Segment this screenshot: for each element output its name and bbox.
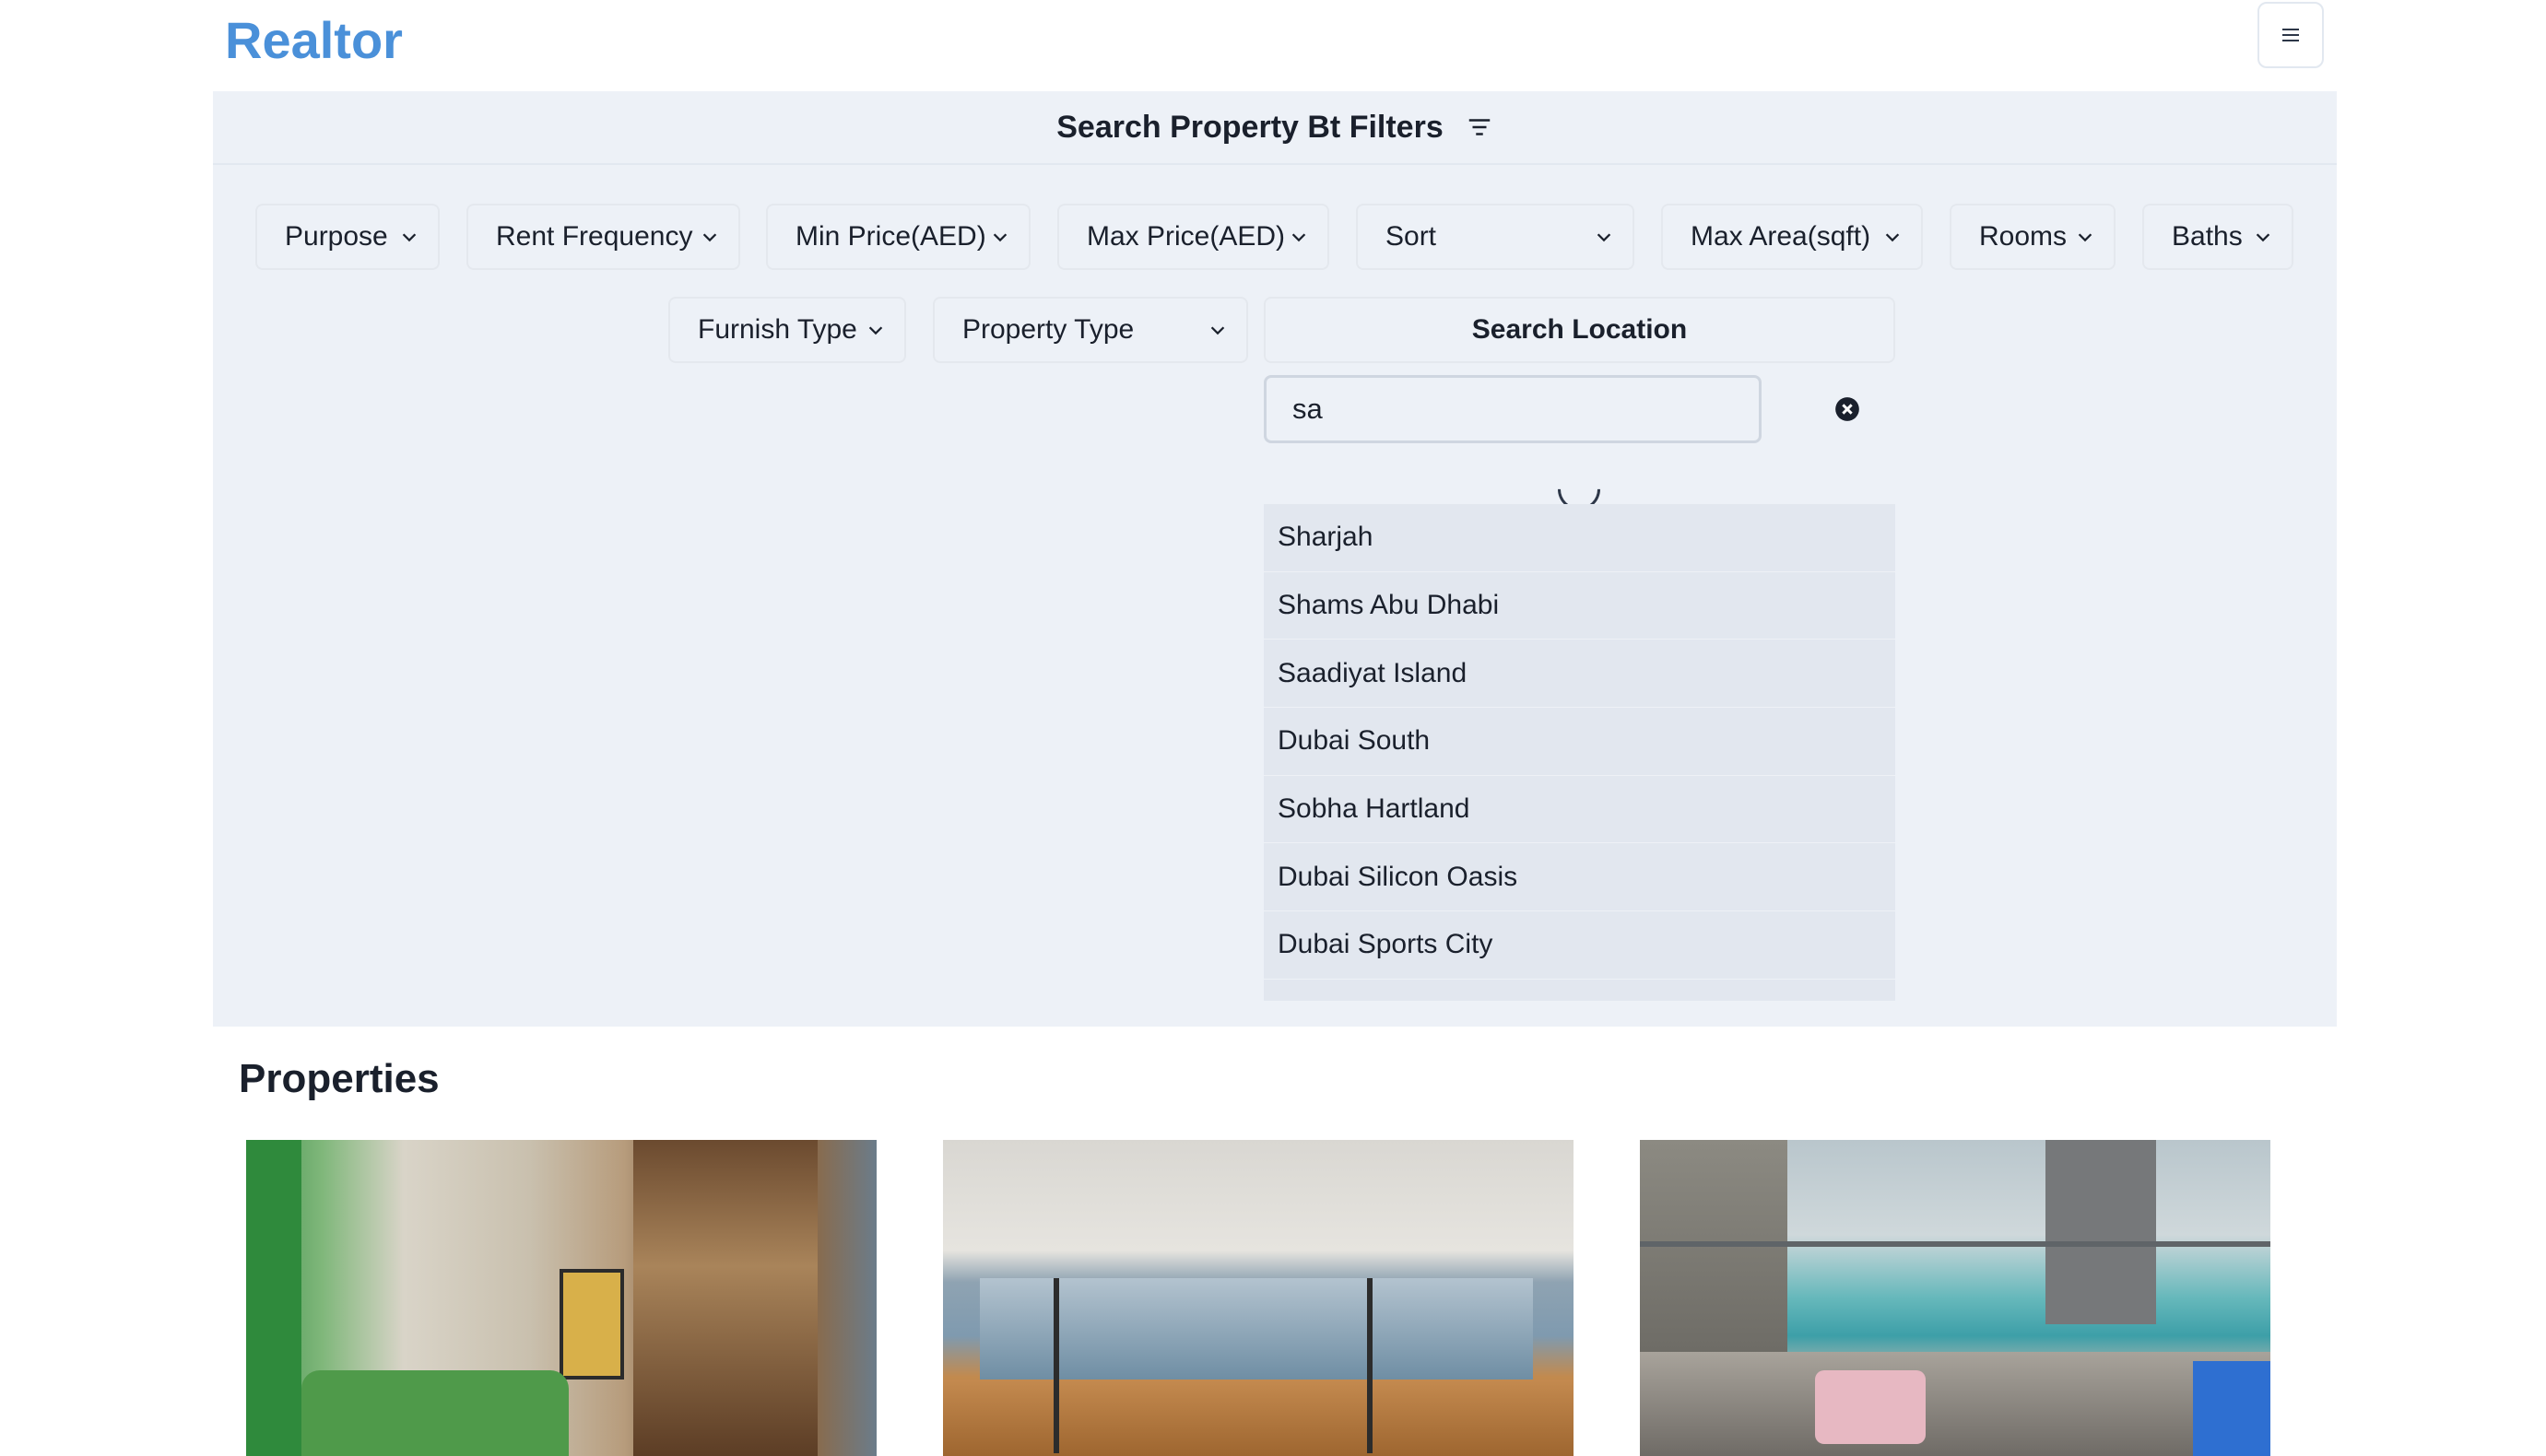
min-price-select[interactable]: Min Price(AED)	[766, 204, 1031, 270]
furnish-type-select[interactable]: Furnish Type	[668, 297, 906, 363]
max-price-select-label: Max Price(AED)	[1087, 221, 1286, 252]
baths-select-label: Baths	[2172, 221, 2243, 252]
location-suggestions-list: Sharjah Shams Abu Dhabi Saadiyat Island …	[1264, 504, 1895, 1001]
filter-heading-title: Search Property Bt Filters	[1056, 109, 1444, 145]
properties-heading: Properties	[239, 1056, 440, 1101]
location-search-input[interactable]	[1264, 375, 1762, 443]
suggestion-item[interactable]: Sharjah	[1264, 504, 1895, 572]
menu-button[interactable]	[2257, 2, 2324, 68]
suggestion-item[interactable]: Sobha Hartland	[1264, 775, 1895, 844]
chevron-down-icon	[1210, 326, 1225, 335]
property-image[interactable]	[943, 1140, 1574, 1456]
property-type-select[interactable]: Property Type	[933, 297, 1248, 363]
max-area-select-label: Max Area(sqft)	[1691, 221, 1871, 252]
suggestion-item[interactable]: Shams Abu Dhabi	[1264, 571, 1895, 640]
furnish-type-select-label: Furnish Type	[698, 314, 857, 345]
sort-select-label: Sort	[1385, 221, 1437, 252]
max-price-select[interactable]: Max Price(AED)	[1057, 204, 1329, 270]
chevron-down-icon	[1291, 233, 1306, 242]
chevron-down-icon	[993, 233, 1008, 242]
filter-icon	[1468, 119, 1490, 135]
suggestion-item[interactable]: Dubai South	[1264, 708, 1895, 776]
chevron-down-icon	[402, 233, 417, 242]
search-location-toggle[interactable]: Search Location	[1264, 297, 1895, 363]
min-price-select-label: Min Price(AED)	[796, 221, 986, 252]
purpose-select-label: Purpose	[285, 221, 388, 252]
property-type-select-label: Property Type	[962, 314, 1135, 345]
rent-frequency-select-label: Rent Frequency	[496, 221, 693, 252]
chevron-down-icon	[702, 233, 717, 242]
chevron-down-icon	[1597, 233, 1611, 242]
rent-frequency-select[interactable]: Rent Frequency	[466, 204, 740, 270]
suggestion-item[interactable]: Dubai Silicon Oasis	[1264, 843, 1895, 912]
chevron-down-icon	[2078, 233, 2092, 242]
suggestion-item[interactable]: Saadiyat Island	[1264, 640, 1895, 709]
baths-select[interactable]: Baths	[2142, 204, 2293, 270]
sort-select[interactable]: Sort	[1356, 204, 1634, 270]
rooms-select-label: Rooms	[1979, 221, 2068, 252]
chevron-down-icon	[2256, 233, 2270, 242]
chevron-down-icon	[1885, 233, 1900, 242]
max-area-select[interactable]: Max Area(sqft)	[1661, 204, 1923, 270]
property-image[interactable]	[246, 1140, 877, 1456]
suggestion-item[interactable]: Dubai Sports City	[1264, 911, 1895, 980]
filter-heading[interactable]: Search Property Bt Filters	[213, 91, 2337, 165]
logo[interactable]: Realtor	[225, 7, 403, 74]
purpose-select[interactable]: Purpose	[255, 204, 440, 270]
navbar: Realtor	[0, 0, 2546, 91]
chevron-down-icon	[868, 326, 883, 335]
hamburger-icon	[2282, 29, 2299, 41]
rooms-select[interactable]: Rooms	[1950, 204, 2116, 270]
search-location-label: Search Location	[1471, 314, 1688, 345]
property-image[interactable]	[1640, 1140, 2270, 1456]
close-circle-icon[interactable]	[1834, 396, 1860, 422]
